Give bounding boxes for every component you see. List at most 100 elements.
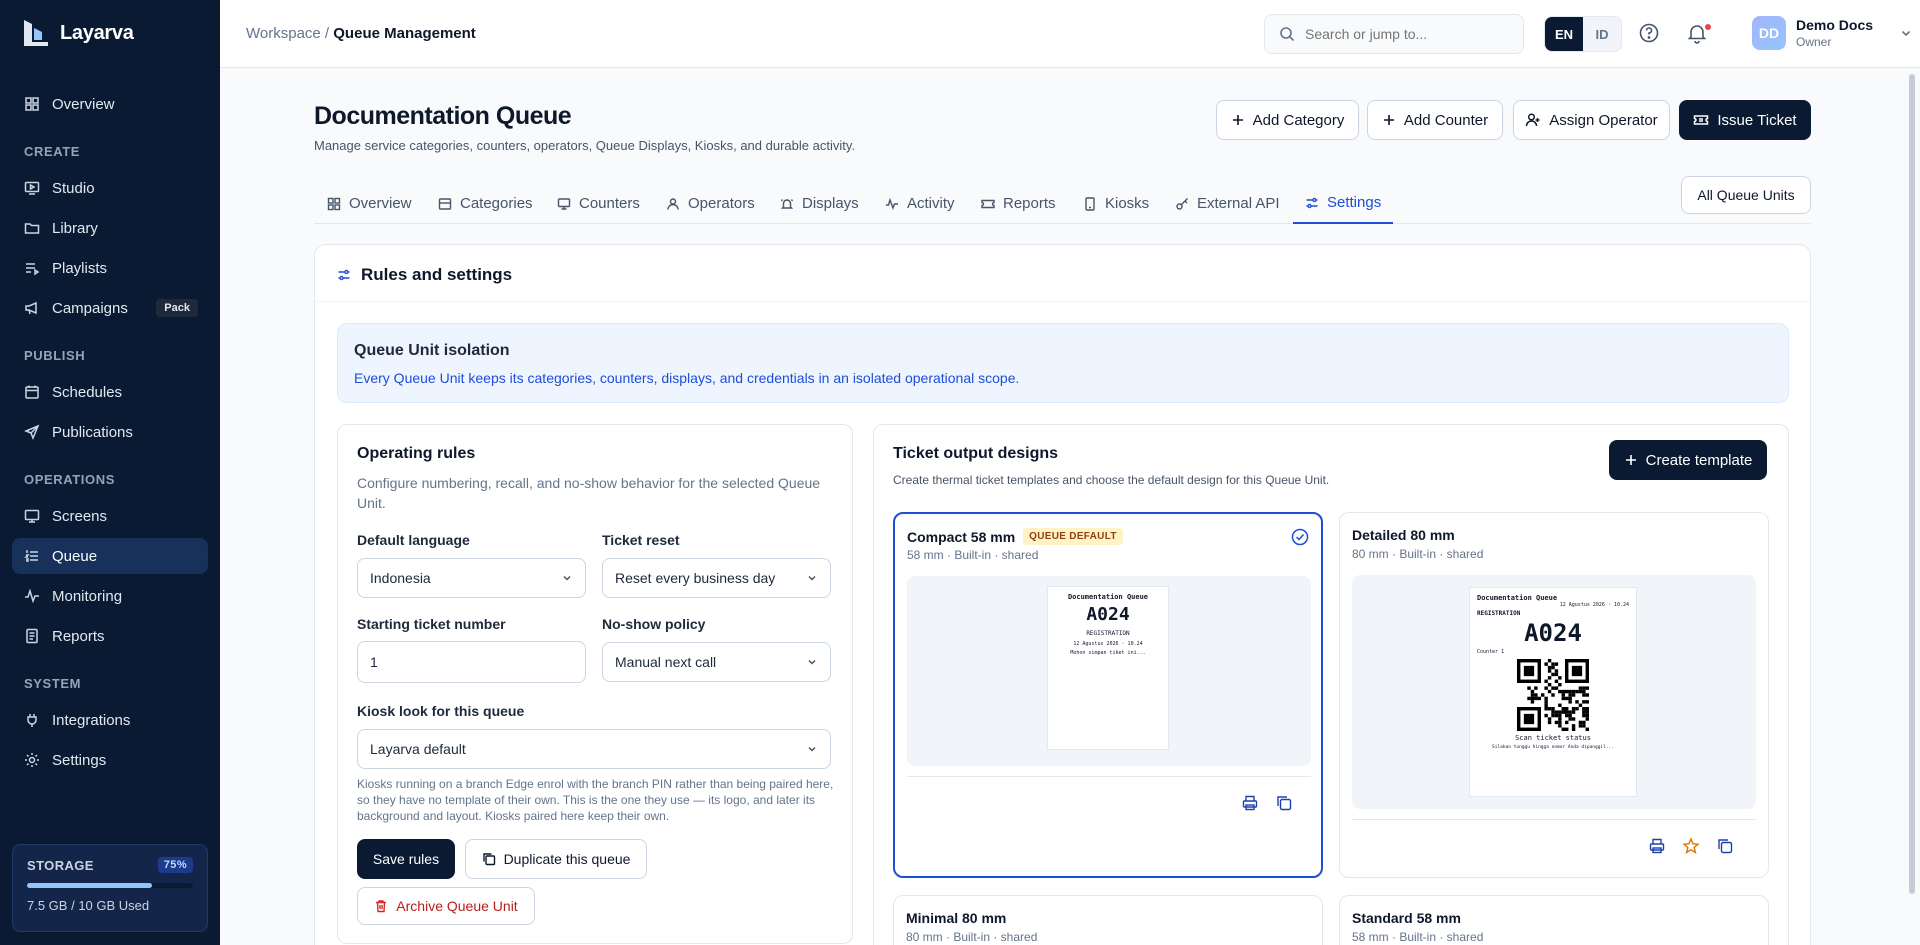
panel-header: Rules and settings (337, 265, 512, 285)
sidebar-item-queue[interactable]: Queue (12, 538, 208, 574)
star-icon[interactable] (1682, 837, 1700, 855)
create-template-button[interactable]: Create template (1609, 440, 1767, 480)
chevron-down-icon (1901, 30, 1911, 37)
sidebar-item-screens[interactable]: Screens (12, 498, 208, 534)
gear-icon (25, 753, 39, 767)
sidebar-item-overview[interactable]: Overview (12, 86, 208, 122)
no-show-select[interactable]: Manual next call (602, 642, 831, 682)
tab-operators[interactable]: Operators (666, 183, 755, 224)
sidebar-item-library[interactable]: Library (12, 210, 208, 246)
copy-icon[interactable] (1716, 837, 1734, 855)
tab-label: Reports (1003, 195, 1056, 212)
ticket-designs-description: Create thermal ticket templates and choo… (893, 473, 1330, 487)
breadcrumb: Workspace / Queue Management (246, 25, 476, 42)
tab-activity[interactable]: Activity (885, 183, 955, 224)
inbox-icon (438, 197, 452, 210)
ticket-template-card-compact-58[interactable]: Compact 58 mm QUEUE DEFAULT 58 mm · Buil… (893, 512, 1323, 878)
user-role: Owner (1796, 35, 1832, 49)
template-meta: 80 mm · Built-in · shared (906, 930, 1038, 944)
search-input[interactable] (1305, 26, 1505, 42)
storage-title: STORAGE (27, 857, 94, 873)
assign-operator-button[interactable]: Assign Operator (1513, 100, 1670, 140)
template-meta: 80 mm · Built-in · shared (1352, 547, 1484, 561)
file-text-icon (26, 628, 38, 644)
tab-label: Operators (688, 195, 755, 212)
megaphone-icon (25, 301, 37, 315)
sidebar-item-schedules[interactable]: Schedules (12, 374, 208, 410)
sidebar-item-campaigns[interactable]: Campaigns Pack (12, 290, 208, 326)
printer-icon[interactable] (1648, 837, 1666, 855)
template-meta: 58 mm · Built-in · shared (907, 548, 1039, 562)
ticket-template-card-standard-58[interactable]: Standard 58 mm 58 mm · Built-in · shared (1339, 895, 1769, 945)
sidebar-item-label: Settings (52, 751, 107, 769)
add-counter-button[interactable]: Add Counter (1367, 100, 1503, 140)
kiosk-look-note: Kiosks running on a branch Edge enrol wi… (357, 777, 834, 823)
tab-kiosks[interactable]: Kiosks (1083, 183, 1149, 224)
tab-label: Categories (460, 195, 533, 212)
help-circle-icon[interactable] (1638, 22, 1660, 44)
avatar: DD (1752, 16, 1786, 50)
sidebar-item-playlists[interactable]: Playlists (12, 250, 208, 286)
add-category-button[interactable]: Add Category (1216, 100, 1359, 140)
starting-number-input[interactable] (357, 641, 586, 683)
key-icon (1176, 197, 1188, 210)
tab-counters[interactable]: Counters (557, 183, 640, 224)
nav-section-operations: OPERATIONS (24, 472, 115, 487)
ticket-preview: Documentation Queue 12 Agustus 2026 · 10… (1352, 575, 1756, 809)
sidebar-item-settings[interactable]: Settings (12, 742, 208, 778)
ticket-reset-select[interactable]: Reset every business day (602, 558, 831, 598)
starting-number-label: Starting ticket number (357, 616, 506, 632)
preview-counter: Counter 1 (1477, 649, 1505, 655)
tab-displays[interactable]: Displays (780, 183, 859, 224)
sidebar-item-monitoring[interactable]: Monitoring (12, 578, 208, 614)
sidebar-item-reports[interactable]: Reports (12, 618, 208, 654)
operating-rules-title: Operating rules (357, 445, 476, 462)
tab-categories[interactable]: Categories (438, 183, 533, 224)
tab-external-api[interactable]: External API (1175, 183, 1280, 224)
qr-code-icon (1517, 659, 1589, 731)
sidebar-item-label: Schedules (52, 383, 123, 401)
list-ordered-icon (24, 550, 38, 562)
save-rules-button[interactable]: Save rules (357, 839, 455, 879)
chevron-down-icon (808, 746, 816, 752)
sidebar-item-integrations[interactable]: Integrations (12, 702, 208, 738)
isolation-text: Every Queue Unit keeps its categories, c… (354, 370, 1020, 386)
plus-icon (1383, 115, 1394, 125)
duplicate-queue-button[interactable]: Duplicate this queue (465, 839, 647, 879)
copy-icon[interactable] (1275, 794, 1293, 812)
tab-overview[interactable]: Overview (327, 183, 412, 224)
ticket-template-card-minimal-80[interactable]: Minimal 80 mm 80 mm · Built-in · shared (893, 895, 1323, 945)
tab-reports[interactable]: Reports (981, 183, 1056, 224)
card-title: Detailed 80 mm (1352, 527, 1455, 543)
sidebar-item-label: Publications (52, 423, 133, 441)
archive-queue-unit-button[interactable]: Archive Queue Unit (357, 887, 535, 925)
tab-settings[interactable]: Settings (1293, 183, 1394, 224)
copy-icon (482, 853, 495, 866)
preview-category: REGISTRATION (1086, 630, 1130, 637)
default-language-select[interactable]: Indonesia (357, 558, 586, 598)
page-scrollbar[interactable] (1908, 70, 1916, 945)
activity-icon (886, 197, 898, 210)
chevron-down-icon (563, 575, 571, 581)
notification-dot (1705, 24, 1711, 30)
search-box[interactable] (1264, 14, 1524, 54)
sidebar-item-publications[interactable]: Publications (12, 414, 208, 450)
breadcrumb-root[interactable]: Workspace / (246, 25, 329, 42)
app-logo[interactable]: Layarva (22, 18, 134, 48)
lang-id-option[interactable]: ID (1583, 17, 1621, 51)
all-queue-units-button[interactable]: All Queue Units (1681, 176, 1811, 214)
search-icon (1280, 27, 1295, 42)
scrollbar-thumb[interactable] (1909, 74, 1915, 894)
tab-label: Displays (802, 195, 859, 212)
kiosk-look-select[interactable]: Layarva default (357, 729, 831, 769)
select-value: Indonesia (370, 570, 431, 586)
nav-section-create: CREATE (24, 144, 81, 159)
ticket-template-card-detailed-80[interactable]: Detailed 80 mm 80 mm · Built-in · shared… (1339, 512, 1769, 878)
printer-icon[interactable] (1241, 794, 1259, 812)
tab-label: External API (1197, 195, 1280, 212)
sidebar-item-studio[interactable]: Studio (12, 170, 208, 206)
ticket-paper: Documentation Queue 12 Agustus 2026 · 10… (1469, 587, 1637, 797)
issue-ticket-button[interactable]: Issue Ticket (1679, 100, 1811, 140)
user-menu[interactable]: DD Demo Docs Owner (1752, 16, 1913, 50)
lang-en-option[interactable]: EN (1545, 17, 1583, 51)
